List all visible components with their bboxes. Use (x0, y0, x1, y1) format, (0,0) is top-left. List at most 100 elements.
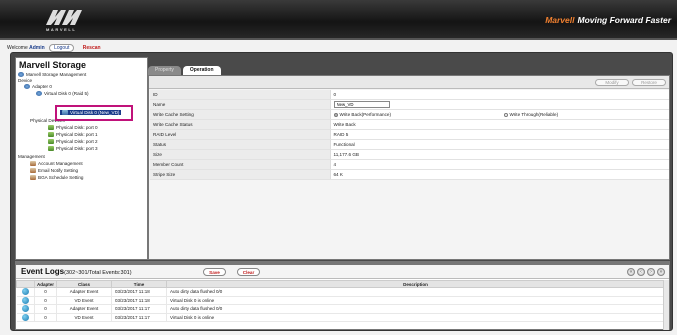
property-key: Write Cache Setting (150, 109, 331, 121)
property-key: RAID Level (150, 129, 331, 140)
property-key: Write Cache Status (150, 119, 331, 131)
tree-item-storage-management[interactable]: Marvell Storage Management (18, 72, 86, 77)
tab-bar: Property Operation (148, 66, 221, 75)
tree-item-device[interactable]: Device (18, 78, 32, 83)
event-log-subtitle: (302~301/Total Events:301) (64, 270, 132, 276)
property-value: 64 K (330, 169, 669, 180)
email-icon (30, 168, 36, 173)
event-log-scrollbar[interactable] (663, 280, 669, 330)
prev-page-icon[interactable]: ‹ (637, 268, 645, 276)
tree-item-account-management[interactable]: Account Management (30, 161, 83, 166)
property-row: Member Count 4 (150, 159, 669, 170)
write-through-radio[interactable] (503, 113, 508, 117)
tree-item-label: Device (18, 78, 33, 83)
last-page-icon[interactable]: » (657, 268, 665, 276)
description-cell: Virtual Disk 0 is online (166, 313, 665, 323)
write-cache-options: Write Back(Performance) Write Through(Rel… (330, 109, 669, 121)
property-key: ID (150, 90, 331, 101)
tree-item-label: Physical Disk: port 1 (56, 132, 98, 137)
disk-icon (48, 139, 54, 144)
property-value: 11,177.6 GB (330, 149, 669, 160)
adapter-icon (24, 84, 30, 89)
next-page-icon[interactable]: › (647, 268, 655, 276)
info-icon (21, 296, 29, 304)
event-log-row[interactable]: 0 VD Event 03/23/2017 11:18 Virtual Disk… (16, 296, 665, 306)
name-input[interactable] (333, 101, 390, 109)
log-pager: « ‹ › » (627, 268, 665, 276)
tree-item-label: Physical Disk: port 3 (56, 146, 98, 151)
top-banner: MARVELL Marvell Moving Forward Faster (0, 0, 677, 40)
time-cell: 03/23/2017 11:18 (111, 296, 167, 306)
tree-item-physical-disk-3[interactable]: Physical Disk: port 3 (48, 146, 98, 151)
column-header-time: Time (111, 280, 167, 288)
property-row: Name (150, 99, 669, 111)
logout-button[interactable]: Logout (49, 44, 75, 52)
info-icon (21, 288, 29, 296)
info-cell (16, 296, 35, 306)
property-key: Name (150, 99, 331, 111)
adapter-cell: 0 (34, 313, 57, 323)
class-cell: Adapter Event (56, 287, 112, 297)
tree-title: Marvell Storage (19, 60, 87, 70)
tree-item-label: Management (18, 154, 45, 159)
disk-icon (48, 125, 54, 130)
adapter-cell: 0 (34, 296, 57, 306)
class-cell: VD Event (56, 313, 112, 323)
tree-item-array[interactable]: Virtual Disk 0 (Raid 5) (36, 91, 89, 96)
tree-item-label: Adapter 0 (32, 84, 52, 89)
write-back-radio[interactable] (333, 113, 338, 117)
restore-button[interactable]: Restore (632, 79, 666, 86)
class-cell: VD Event (56, 296, 112, 306)
marvell-logo: MARVELL (44, 8, 88, 34)
first-page-icon[interactable]: « (627, 268, 635, 276)
tagline: Marvell Moving Forward Faster (545, 15, 671, 25)
tree-item-label: Virtual Disk 0 (Raid 5) (44, 91, 89, 96)
save-log-button[interactable]: Save (203, 268, 226, 276)
info-cell (16, 287, 35, 297)
time-cell: 03/23/2017 11:17 (111, 304, 167, 314)
tree-item-physical-disk-1[interactable]: Physical Disk: port 1 (48, 132, 98, 137)
tree-item-label: Physical Disk: port 0 (56, 125, 98, 130)
property-value: Write Back (330, 119, 669, 131)
property-key: Member Count (150, 159, 331, 170)
tree-item-label: Account Management (38, 161, 83, 166)
banner-strip (0, 38, 677, 40)
tree-item-physical-disk-0[interactable]: Physical Disk: port 0 (48, 125, 98, 130)
class-cell: Adapter Event (56, 304, 112, 314)
tab-property[interactable]: Property (148, 66, 181, 75)
property-row: RAID Level RAID 5 (150, 129, 669, 140)
info-cell (16, 313, 35, 323)
event-log-row[interactable]: 0 Adapter Event 03/23/2017 11:17 Auto di… (16, 304, 665, 314)
modify-button[interactable]: Modify (595, 79, 629, 86)
tree-item-label: Marvell Storage Management (26, 72, 87, 77)
adapter-cell: 0 (34, 304, 57, 314)
storage-icon (18, 72, 24, 77)
tree-item-bga-schedule[interactable]: BGA Schedule Setting (30, 175, 83, 180)
tree-item-management[interactable]: Management (18, 154, 45, 159)
event-log-row[interactable]: 0 VD Event 03/23/2017 11:17 Virtual Disk… (16, 313, 665, 323)
info-cell (16, 304, 35, 314)
property-value: 4 (330, 159, 669, 170)
time-cell: 03/23/2017 11:17 (111, 313, 167, 323)
time-cell: 03/23/2017 11:18 (111, 287, 167, 297)
tree-item-label: Email Notify Setting (38, 168, 79, 173)
rescan-button[interactable]: Rescan (79, 45, 105, 51)
description-cell: Auto dirty data flushed 0/0 (166, 304, 665, 314)
array-icon (36, 91, 42, 96)
info-icon (21, 314, 29, 322)
property-toolbar: Modify Restore (149, 76, 669, 89)
event-log-row[interactable]: 0 Adapter Event 03/23/2017 11:18 Auto di… (16, 287, 665, 297)
welcome-prefix: Welcome (7, 45, 28, 51)
tree-item-physical-disk-2[interactable]: Physical Disk: port 2 (48, 139, 98, 144)
tab-operation[interactable]: Operation (182, 66, 221, 75)
tagline-text: Moving Forward Faster (577, 15, 671, 25)
tree-item-email-notify[interactable]: Email Notify Setting (30, 168, 78, 173)
property-row: ID 0 (150, 90, 669, 101)
adapter-cell: 0 (34, 287, 57, 297)
tree-item-adapter-0[interactable]: Adapter 0 (24, 84, 52, 89)
description-cell: Virtual Disk 0 is online (166, 296, 665, 306)
column-header-description: Description (166, 280, 665, 288)
clear-log-button[interactable]: Clear (237, 268, 260, 276)
disk-icon (48, 132, 54, 137)
property-value: Functional (330, 139, 669, 150)
